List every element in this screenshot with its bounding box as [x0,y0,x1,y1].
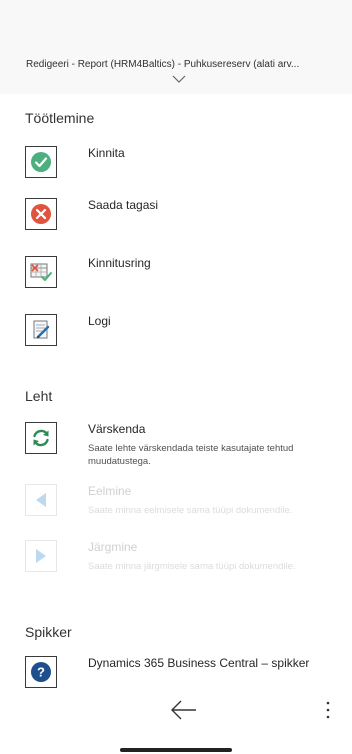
svg-text:?: ? [37,665,45,680]
page-title: Redigeeri - Report (HRM4Baltics) - Puhku… [26,59,300,70]
action-menu: Töötlemine Kinnita Saada tagasi Kinnitus… [0,94,352,690]
log-icon-box[interactable] [25,314,57,346]
more-options-icon[interactable] [318,698,338,722]
approval-workflow-icon [30,263,52,281]
help-icon-box[interactable]: ? [25,656,57,688]
approval-cycle-label: Kinnitusring [88,256,151,270]
page-header: Redigeeri - Report (HRM4Baltics) - Puhku… [0,0,352,94]
approval-cycle-icon-box[interactable] [25,256,57,288]
help-label: Dynamics 365 Business Central – spikker [88,656,310,670]
refresh-icon-box[interactable] [25,422,57,454]
section-title-processing: Töötlemine [25,110,95,126]
previous-icon-box[interactable] [25,484,57,516]
approve-label: Kinnita [88,146,125,160]
previous-label: Eelmine [88,484,132,498]
approve-icon-box[interactable] [25,146,57,178]
arrow-right-icon [36,549,46,563]
reject-icon-box[interactable] [25,198,57,230]
chevron-down-icon[interactable] [172,74,186,84]
reject-label: Saada tagasi [88,198,159,212]
help-question-icon: ? [31,662,51,682]
home-indicator [120,748,232,752]
next-icon-box[interactable] [25,540,57,572]
arrow-left-icon [36,493,46,507]
cancel-circle-icon [31,204,51,224]
previous-description: Saate minna eelmisele sama tüüpi dokumen… [88,505,293,516]
section-title-help: Spikker [25,624,72,640]
section-title-page: Leht [25,388,53,404]
checkmark-circle-icon [31,152,51,172]
back-arrow-icon[interactable] [168,698,200,722]
bottom-navigation-bar [0,690,352,754]
refresh-description: Saate lehte värskendada teiste kasutajat… [88,443,294,467]
edit-log-icon [33,320,50,339]
next-label: Järgmine [88,540,138,554]
next-description: Saate minna järgmisele sama tüüpi dokume… [88,561,296,572]
refresh-label: Värskenda [88,422,146,436]
log-label: Logi [88,314,111,328]
refresh-icon [33,429,49,447]
